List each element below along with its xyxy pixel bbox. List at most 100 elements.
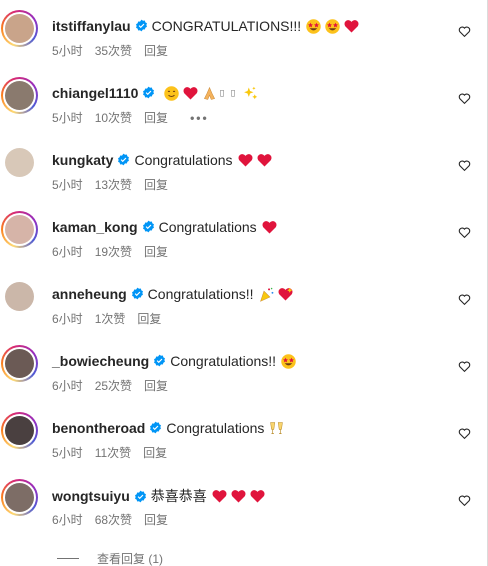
comment-username[interactable]: kaman_kong [52, 219, 138, 235]
comment-time[interactable]: 6小时 [52, 310, 83, 327]
comment-likes[interactable]: 1次赞 [95, 310, 126, 327]
comment-item: wongtsuiyu 恭喜恭喜 6小时 68次赞 回复 [0, 469, 487, 536]
comment-emojis [163, 84, 259, 102]
avatar[interactable] [1, 412, 38, 449]
more-options-icon[interactable]: ••• [190, 111, 209, 125]
reply-button[interactable]: 回复 [144, 243, 168, 260]
like-heart-icon[interactable] [458, 159, 471, 172]
comment-item: chiangel1110 5小时 10次赞 回复 ••• [0, 67, 487, 134]
comment-time[interactable]: 5小时 [52, 444, 83, 461]
comment-list: itstiffanylau CONGRATULATIONS!!! 5小时 35次… [0, 0, 487, 536]
view-replies-button[interactable]: 查看回复 (1) [57, 550, 163, 566]
like-heart-icon[interactable] [458, 360, 471, 373]
verified-badge-icon [117, 153, 130, 166]
like-heart-icon[interactable] [458, 494, 471, 507]
verified-badge-icon [134, 490, 147, 503]
reply-button[interactable]: 回复 [144, 42, 168, 59]
comment-item: kaman_kong Congratulations 6小时 19次赞 回复 [0, 201, 487, 268]
avatar[interactable] [1, 345, 38, 382]
comment-emojis [280, 352, 297, 370]
comment-likes[interactable]: 11次赞 [95, 444, 131, 461]
replies-divider [57, 558, 79, 559]
comment-text: Congratulations!! [170, 352, 277, 369]
clinking-glasses-emoji [268, 419, 285, 437]
reply-button[interactable]: 回复 [144, 176, 168, 193]
red-heart-emoji [182, 84, 199, 102]
comment-emojis [237, 151, 273, 169]
comment-time[interactable]: 6小时 [52, 377, 83, 394]
verified-badge-icon [149, 421, 162, 434]
star-eyes-emoji [324, 17, 341, 35]
star-eyes-emoji [305, 17, 322, 35]
comment-username[interactable]: benontheroad [52, 420, 145, 436]
comment-username[interactable]: itstiffanylau [52, 18, 131, 34]
red-heart-emoji [256, 151, 273, 169]
comment-time[interactable]: 6小时 [52, 511, 83, 528]
sparkling-heart-emoji [277, 285, 294, 303]
missing-glyph [220, 84, 229, 102]
comment-likes[interactable]: 10次赞 [95, 109, 132, 126]
reply-button[interactable]: 回复 [144, 511, 168, 528]
comment-item: kungkaty Congratulations 5小时 13次赞 回复 [0, 134, 487, 201]
comment-item: benontheroad Congratulations 5小时 11次赞 回复 [0, 402, 487, 469]
like-heart-icon[interactable] [458, 25, 471, 38]
comment-time[interactable]: 5小时 [52, 42, 83, 59]
smiling-face-emoji [163, 84, 180, 102]
reply-button[interactable]: 回复 [144, 109, 168, 126]
comment-item: itstiffanylau CONGRATULATIONS!!! 5小时 35次… [0, 0, 487, 67]
comment-likes[interactable]: 68次赞 [95, 511, 132, 528]
verified-badge-icon [135, 19, 148, 32]
red-heart-emoji [343, 17, 360, 35]
comment-likes[interactable]: 19次赞 [95, 243, 132, 260]
avatar[interactable] [1, 144, 38, 181]
comment-likes[interactable]: 25次赞 [95, 377, 132, 394]
comment-username[interactable]: _bowiecheung [52, 353, 149, 369]
comment-text: CONGRATULATIONS!!! [151, 17, 302, 34]
avatar[interactable] [1, 211, 38, 248]
avatar[interactable] [1, 77, 38, 114]
comment-emojis [261, 218, 278, 236]
red-heart-emoji [237, 151, 254, 169]
like-heart-icon[interactable] [458, 226, 471, 239]
red-heart-emoji [249, 487, 266, 505]
verified-badge-icon [153, 354, 166, 367]
comment-text: Congratulations [158, 218, 257, 235]
comment-emojis [211, 487, 266, 505]
comment-username[interactable]: anneheung [52, 286, 127, 302]
view-replies-label: 查看回复 (1) [97, 552, 164, 566]
comment-time[interactable]: 6小时 [52, 243, 83, 260]
comment-likes[interactable]: 13次赞 [95, 176, 132, 193]
reply-button[interactable]: 回复 [143, 444, 167, 461]
reply-button[interactable]: 回复 [137, 310, 161, 327]
comment-text: 恭喜恭喜 [150, 488, 207, 504]
avatar[interactable] [1, 10, 38, 47]
red-heart-emoji [261, 218, 278, 236]
comment-item: anneheung Congratulations!! 6小时 1次赞 回复 [0, 268, 487, 335]
like-heart-icon[interactable] [458, 427, 471, 440]
avatar[interactable] [1, 278, 38, 315]
comment-time[interactable]: 5小时 [52, 176, 83, 193]
comment-text: Congratulations [134, 151, 233, 168]
verified-badge-icon [142, 86, 155, 99]
reply-button[interactable]: 回复 [144, 377, 168, 394]
comment-emojis [305, 17, 360, 35]
star-eyes-emoji [280, 352, 297, 370]
comment-item: _bowiecheung Congratulations!! 6小时 25次赞 … [0, 335, 487, 402]
comment-emojis [268, 419, 285, 437]
party-popper-emoji [258, 285, 275, 303]
like-heart-icon[interactable] [458, 293, 471, 306]
like-heart-icon[interactable] [458, 92, 471, 105]
comment-text: Congratulations [166, 419, 265, 436]
comment-username[interactable]: chiangel1110 [52, 85, 138, 101]
verified-badge-icon [142, 220, 155, 233]
comment-time[interactable]: 5小时 [52, 109, 83, 126]
comment-text: Congratulations!! [147, 285, 254, 302]
avatar[interactable] [1, 479, 38, 516]
comment-likes[interactable]: 35次赞 [95, 42, 132, 59]
comment-username[interactable]: wongtsuiyu [52, 488, 130, 504]
comment-emojis [258, 285, 294, 303]
sparkles-emoji [242, 84, 259, 102]
red-heart-emoji [211, 487, 228, 505]
verified-badge-icon [131, 287, 144, 300]
comment-username[interactable]: kungkaty [52, 152, 113, 168]
